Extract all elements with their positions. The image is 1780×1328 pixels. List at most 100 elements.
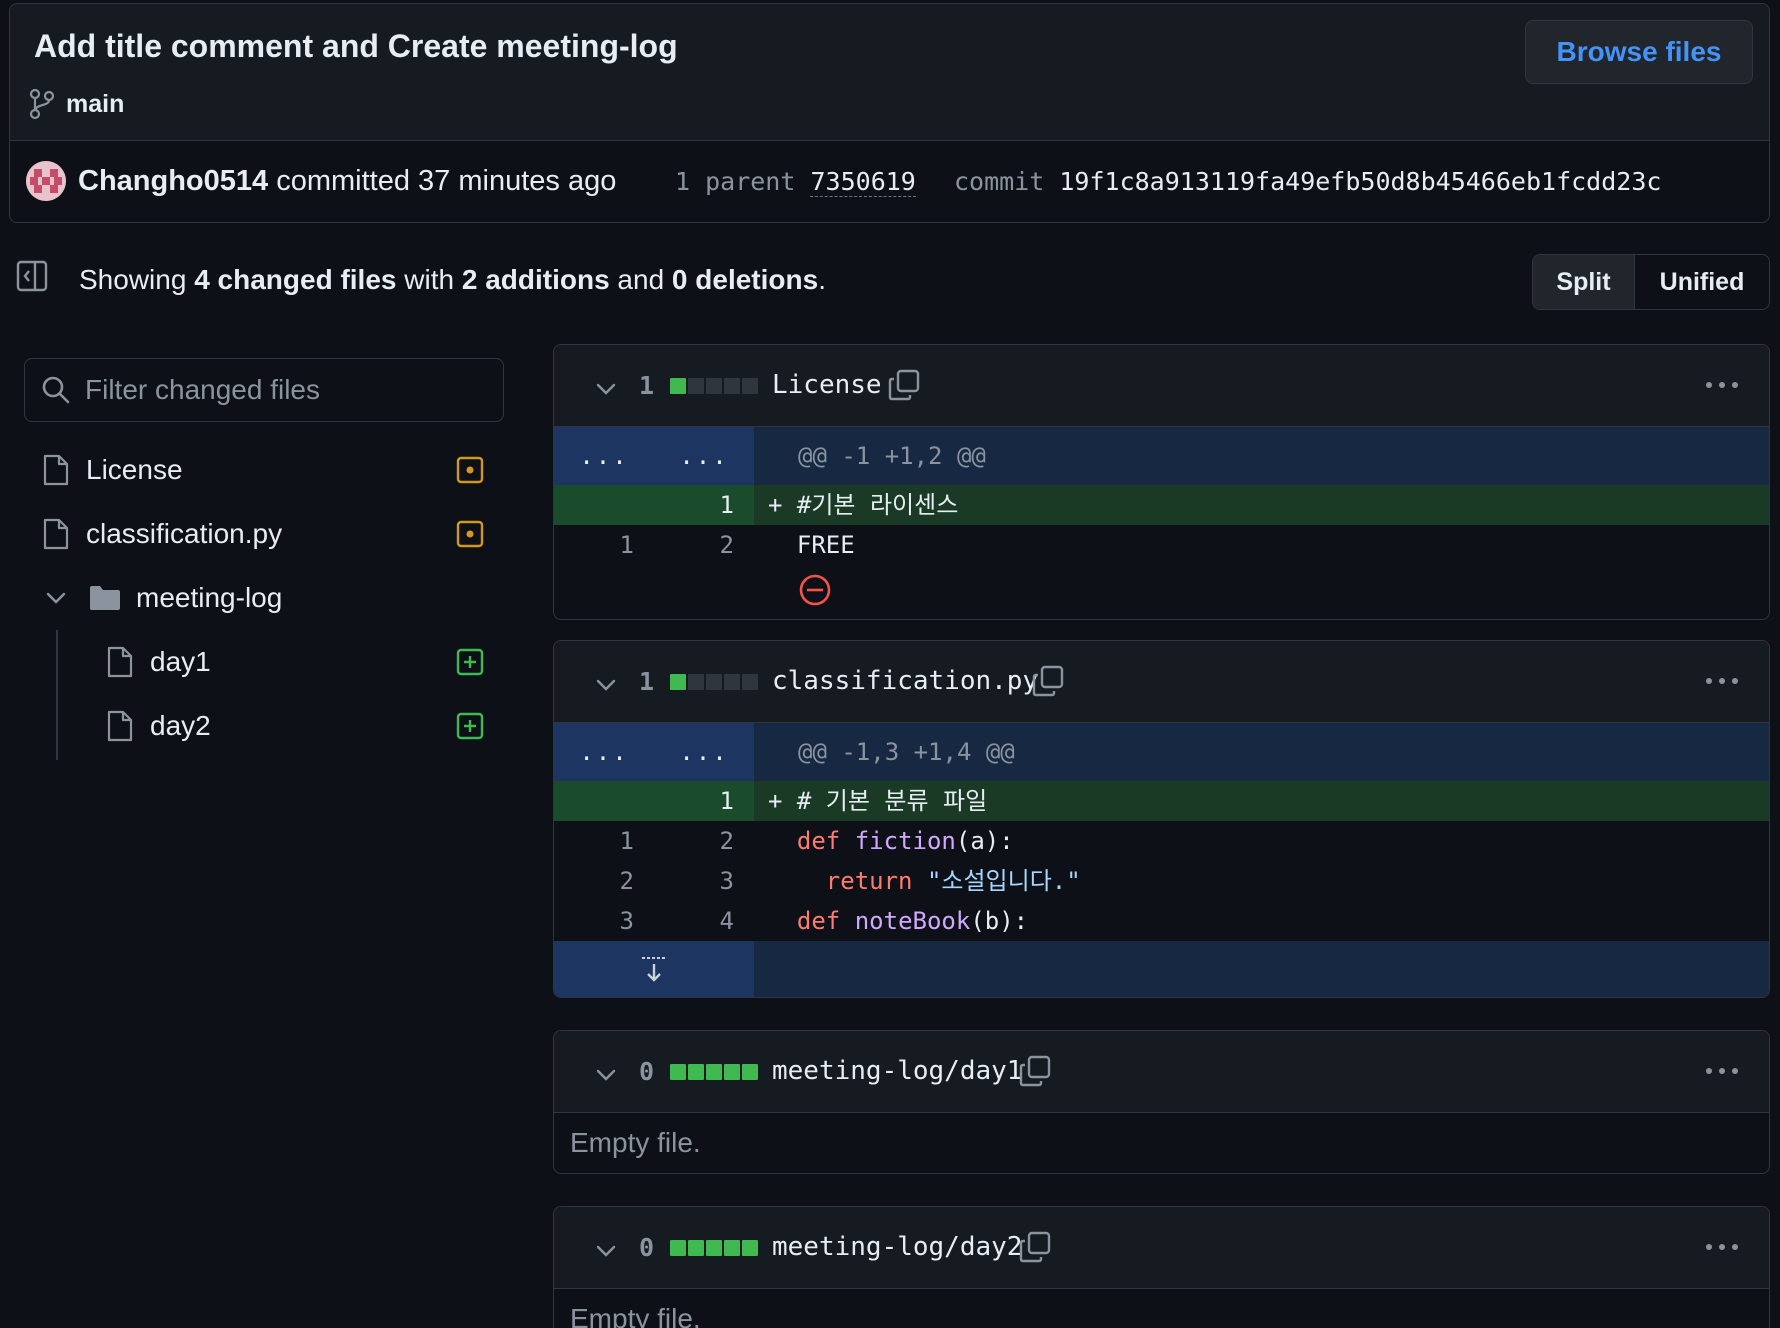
context-line-row: 1 2 def fiction(a):	[554, 821, 1769, 861]
commit-label: commit	[954, 167, 1045, 196]
toggle-file-tree-button[interactable]	[16, 260, 48, 297]
added-line-row: 1 + # 기본 분류 파일	[554, 781, 1769, 821]
new-line-number[interactable]: 1	[654, 485, 754, 525]
new-line-number[interactable]: 4	[654, 901, 754, 941]
search-icon	[42, 376, 70, 404]
new-line-number[interactable]: 2	[654, 525, 754, 565]
tree-item-label: meeting-log	[136, 582, 283, 613]
string-literal: "소설입니다."	[926, 867, 1081, 895]
author-line: Changho0514 committed 37 minutes ago	[78, 165, 616, 198]
added-line-code: + # 기본 분류 파일	[754, 781, 1769, 821]
file-header: 0 meeting-log/day2	[554, 1207, 1769, 1289]
summary-additions: 2 additions	[461, 264, 610, 295]
avatar[interactable]	[26, 161, 66, 201]
branch-name: main	[66, 89, 125, 118]
expand-down-button[interactable]	[554, 941, 754, 997]
diffstat-bars	[670, 674, 758, 690]
new-line-number[interactable]: 2	[654, 821, 754, 861]
tree-item-meeting-log[interactable]: meeting-log	[44, 570, 282, 626]
context-line-code: return "소설입니다."	[754, 861, 1769, 901]
diffstat-bars	[670, 1240, 758, 1256]
chevron-down-icon	[46, 592, 66, 604]
copy-icon[interactable]	[888, 369, 920, 401]
summary-and: and	[617, 264, 665, 295]
unfold-down-icon	[642, 957, 666, 982]
old-line-number[interactable]: 1	[554, 525, 654, 565]
old-line-number[interactable]: 2	[554, 861, 654, 901]
old-line-number[interactable]: 3	[554, 901, 654, 941]
change-count: 0	[639, 1057, 655, 1086]
unified-view-button[interactable]: Unified	[1635, 255, 1769, 309]
sidebar-collapse-icon	[16, 260, 48, 292]
filter-changed-files	[24, 358, 504, 422]
tree-item-label: classification.py	[86, 518, 283, 549]
old-line-number[interactable]: 1	[554, 821, 654, 861]
expand-hunk-button[interactable]: ......	[554, 723, 754, 781]
tree-item-classification[interactable]: classification.py	[42, 506, 282, 562]
tree-item-label: day2	[150, 710, 211, 741]
parent-hash-link[interactable]: 7350619	[810, 167, 916, 197]
split-view-button[interactable]: Split	[1533, 255, 1635, 309]
hunk-ellipsis-left: ...	[579, 442, 629, 470]
copy-icon[interactable]	[1032, 665, 1064, 697]
file-name[interactable]: License	[772, 370, 882, 400]
copy-icon[interactable]	[1019, 1231, 1051, 1263]
file-icon	[107, 646, 133, 678]
file-header: 1 classification.py	[554, 641, 1769, 723]
committed-time: committed 37 minutes ago	[276, 165, 617, 197]
context-line-row: 1 2 FREE	[554, 525, 1769, 565]
diffstat-bars	[670, 1064, 758, 1080]
file-name[interactable]: classification.py	[772, 666, 1038, 696]
empty-file-message: Empty file.	[570, 1303, 701, 1328]
file-modified-icon	[456, 520, 484, 548]
chevron-down-icon[interactable]	[594, 1063, 618, 1087]
context-line-code: def noteBook(b):	[754, 901, 1769, 941]
kebab-menu-icon[interactable]	[1705, 381, 1739, 389]
diffstat-bars	[670, 378, 758, 394]
hunk-header: @@ -1,3 +1,4 @@	[754, 723, 1769, 781]
tree-item-label: License	[86, 454, 183, 485]
author-name[interactable]: Changho0514	[78, 165, 268, 197]
chevron-down-icon[interactable]	[594, 377, 618, 401]
summary-with: with	[404, 264, 455, 295]
filter-input[interactable]	[85, 374, 465, 406]
context-line-row: 2 3 return "소설입니다."	[554, 861, 1769, 901]
summary-showing: Showing	[79, 264, 187, 295]
tree-item-license[interactable]: License	[42, 442, 183, 498]
keyword: return	[825, 867, 913, 895]
change-count: 1	[639, 667, 655, 696]
commit-title: Add title comment and Create meeting-log	[34, 28, 678, 64]
file-added-icon	[456, 712, 484, 740]
tree-item-day1[interactable]: day1	[106, 634, 211, 690]
code-rest: (a):	[955, 827, 1014, 855]
hunk-header: @@ -1 +1,2 @@	[754, 427, 1769, 485]
commit-sha: 19f1c8a913119fa49efb50d8b45466eb1fcdd23c	[1059, 167, 1662, 196]
expand-hunk-button[interactable]: ......	[554, 427, 754, 485]
commit-meta: Changho0514 committed 37 minutes ago 1 p…	[10, 140, 1769, 222]
function-name: noteBook	[854, 907, 971, 935]
tree-item-label: day1	[150, 646, 211, 677]
chevron-down-icon[interactable]	[594, 673, 618, 697]
copy-icon[interactable]	[1019, 1055, 1051, 1087]
new-line-number[interactable]: 1	[654, 781, 754, 821]
file-name[interactable]: meeting-log/day1	[772, 1056, 1022, 1086]
no-newline-icon	[799, 574, 831, 606]
diff-summary: Showing 4 changed files with 2 additions…	[79, 264, 826, 296]
kebab-menu-icon[interactable]	[1705, 1243, 1739, 1251]
tree-item-day2[interactable]: day2	[106, 698, 211, 754]
hunk-ellipsis-left: ...	[579, 738, 629, 766]
chevron-down-icon[interactable]	[594, 1239, 618, 1263]
new-line-number[interactable]: 3	[654, 861, 754, 901]
diff-file-day2: 0 meeting-log/day2 Empty file.	[553, 1206, 1770, 1328]
kebab-menu-icon[interactable]	[1705, 1067, 1739, 1075]
branch-indicator[interactable]: main	[28, 88, 124, 120]
file-name[interactable]: meeting-log/day2	[772, 1232, 1022, 1262]
kebab-menu-icon[interactable]	[1705, 677, 1739, 685]
code-rest: (b):	[970, 907, 1029, 935]
context-line-row: 3 4 def noteBook(b):	[554, 901, 1769, 941]
identicon-icon	[26, 161, 66, 201]
file-added-icon	[456, 648, 484, 676]
diff-file-license: 1 License ...... @@ -1 +1,2 @@ 1 + #기본 라…	[553, 344, 1770, 620]
diff-file-day1: 0 meeting-log/day1 Empty file.	[553, 1030, 1770, 1174]
browse-files-button[interactable]: Browse files	[1525, 20, 1753, 84]
